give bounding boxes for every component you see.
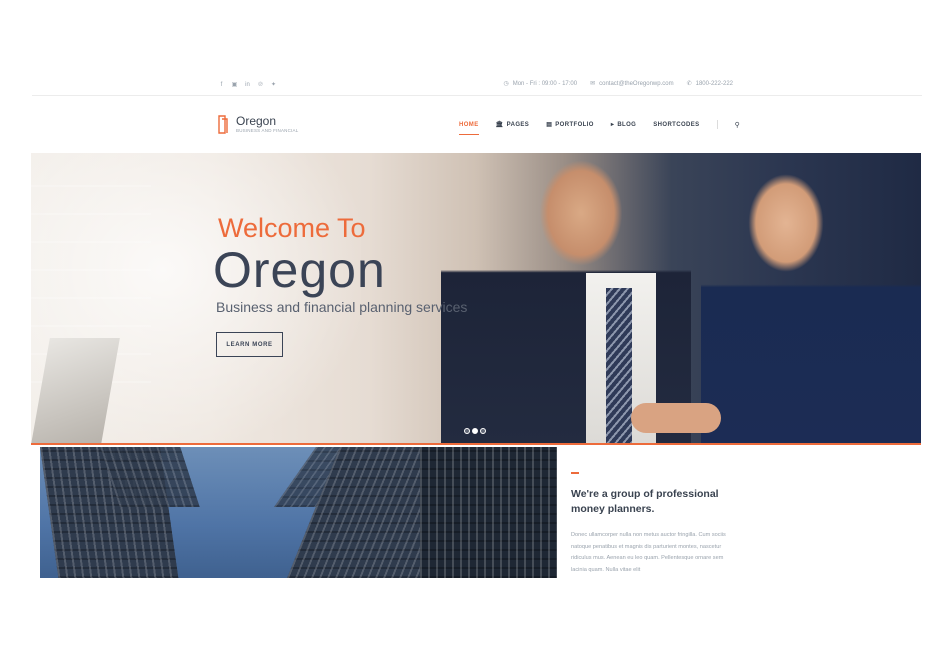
slider-dot-active[interactable] bbox=[472, 428, 478, 434]
contact-info: ◷ Mon - Fri : 09:00 - 17:00 ✉ contact@th… bbox=[503, 80, 733, 88]
email-info[interactable]: ✉ contact@theOregonwp.com bbox=[590, 80, 674, 88]
logo-tagline: BUSINESS AND FINANCIAL bbox=[236, 128, 299, 133]
nav-pages[interactable]: 🏛 PAGES bbox=[495, 121, 530, 129]
building-shape bbox=[420, 447, 557, 578]
about-heading: We're a group of professional money plan… bbox=[571, 488, 719, 515]
instagram-icon[interactable]: ▣ bbox=[231, 81, 238, 89]
nav-blog-label: BLOG bbox=[617, 121, 637, 128]
envelope-icon: ✉ bbox=[590, 81, 596, 87]
search-icon[interactable]: ⚲ bbox=[735, 121, 740, 129]
nav-pages-label: PAGES bbox=[506, 121, 530, 128]
nav-divider bbox=[716, 120, 718, 129]
twitter-icon[interactable]: ✦ bbox=[270, 81, 277, 89]
phone-text: 1800-222-222 bbox=[695, 80, 733, 87]
phone-info: ✆ 1800-222-222 bbox=[686, 80, 733, 88]
nav-shortcodes-label: SHORTCODES bbox=[653, 121, 700, 128]
hero-slider: Welcome To Oregon Business and financial… bbox=[31, 153, 921, 445]
nav-shortcodes[interactable]: SHORTCODES bbox=[653, 122, 699, 128]
hero-welcome: Welcome To bbox=[218, 213, 366, 243]
hero-tie bbox=[606, 288, 632, 443]
logo-name: Oregon bbox=[236, 114, 277, 128]
about-text: Donec ullamcorper nulla non metus auctor… bbox=[571, 532, 726, 574]
hours-text: Mon - Fri : 09:00 - 17:00 bbox=[512, 80, 578, 87]
accent-rule bbox=[571, 472, 579, 474]
nav-portfolio-label: PORTFOLIO bbox=[555, 121, 594, 128]
clock-icon: ◷ bbox=[503, 81, 509, 87]
linkedin-icon[interactable]: in bbox=[244, 81, 251, 89]
hero-businessman-right bbox=[701, 153, 921, 443]
skyscraper-image bbox=[40, 447, 557, 578]
bank-icon: 🏛 bbox=[495, 122, 504, 128]
site-logo[interactable]: Oregon BUSINESS AND FINANCIAL bbox=[218, 114, 338, 138]
logo-mark-icon bbox=[218, 115, 228, 134]
pinterest-icon[interactable]: ℗ bbox=[257, 81, 264, 89]
slider-dot[interactable] bbox=[480, 428, 486, 434]
phone-icon: ✆ bbox=[686, 81, 692, 87]
main-nav: HOME 🏛 PAGES ▤ PORTFOLIO ▸ BLOG SHORTCOD… bbox=[459, 120, 740, 135]
hero-title: Oregon bbox=[213, 242, 386, 298]
nav-blog[interactable]: ▸ BLOG bbox=[610, 121, 637, 129]
hero-subtitle: Business and financial planning services bbox=[216, 299, 468, 315]
social-links: f ▣ in ℗ ✦ bbox=[218, 81, 277, 89]
facebook-icon[interactable]: f bbox=[218, 81, 225, 89]
nav-home[interactable]: HOME bbox=[459, 121, 479, 135]
hours-info: ◷ Mon - Fri : 09:00 - 17:00 bbox=[503, 80, 578, 88]
slider-dot[interactable] bbox=[464, 428, 470, 434]
briefcase-icon: ▤ bbox=[546, 122, 553, 128]
learn-more-button[interactable]: LEARN MORE bbox=[216, 332, 283, 357]
slider-pagination bbox=[464, 428, 486, 434]
nav-home-label: HOME bbox=[459, 121, 479, 128]
megaphone-icon: ▸ bbox=[610, 122, 615, 128]
hero-hand bbox=[631, 403, 721, 433]
top-bar: f ▣ in ℗ ✦ ◷ Mon - Fri : 09:00 - 17:00 ✉… bbox=[32, 78, 922, 96]
nav-portfolio[interactable]: ▤ PORTFOLIO bbox=[546, 121, 594, 129]
email-text[interactable]: contact@theOregonwp.com bbox=[599, 81, 673, 87]
